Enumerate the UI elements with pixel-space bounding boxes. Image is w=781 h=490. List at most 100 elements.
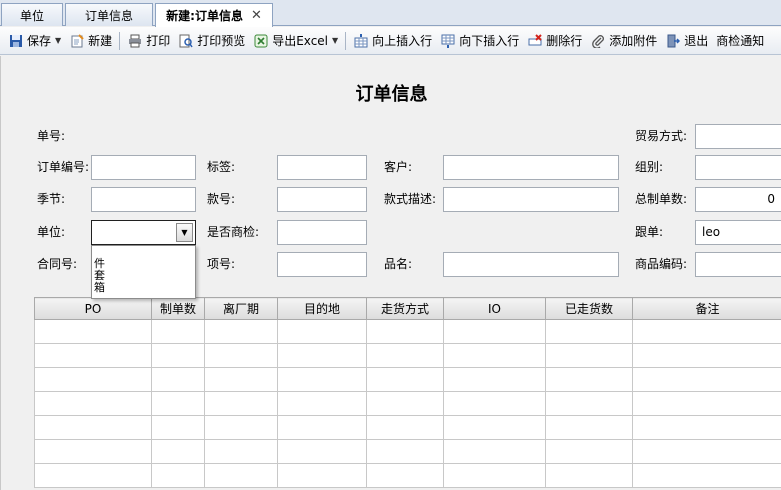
table-cell[interactable] [545,439,633,464]
column-header-shipped-qty[interactable]: 已走货数 [545,297,633,320]
chevron-down-icon[interactable]: ▼ [55,36,61,45]
close-icon[interactable]: ✕ [251,8,262,23]
order-detail-grid: PO 制单数 离厂期 目的地 走货方式 IO 已走货数 备注 [34,297,781,488]
table-cell[interactable] [204,439,278,464]
table-cell[interactable] [151,439,205,464]
table-cell[interactable] [151,415,205,440]
tab-order-info[interactable]: 订单信息 [65,3,153,26]
new-button[interactable]: 新建 [65,30,116,52]
table-cell[interactable] [443,391,546,416]
table-cell[interactable] [366,391,444,416]
product-name-field[interactable] [443,252,619,277]
table-cell[interactable] [545,463,633,488]
table-cell[interactable] [443,319,546,344]
table-cell[interactable] [632,343,781,368]
table-cell[interactable] [366,463,444,488]
table-cell[interactable] [545,343,633,368]
table-cell[interactable] [632,367,781,392]
table-cell[interactable] [632,415,781,440]
table-cell[interactable] [151,463,205,488]
table-cell[interactable] [34,367,152,392]
table-cell[interactable] [545,391,633,416]
save-button[interactable]: 保存 ▼ [4,30,65,52]
inspection-notice-button[interactable]: 商检通知 [712,30,768,52]
unit-option[interactable]: 箱 [94,281,105,294]
table-cell[interactable] [366,415,444,440]
table-cell[interactable] [443,415,546,440]
column-header-qty[interactable]: 制单数 [151,297,205,320]
table-cell[interactable] [366,439,444,464]
table-cell[interactable] [632,391,781,416]
table-cell[interactable] [34,415,152,440]
table-cell[interactable] [151,367,205,392]
table-cell[interactable] [632,463,781,488]
table-cell[interactable] [34,319,152,344]
table-cell[interactable] [632,439,781,464]
table-cell[interactable] [204,463,278,488]
table-cell[interactable] [366,343,444,368]
style-desc-field[interactable] [443,187,619,212]
table-cell[interactable] [204,343,278,368]
table-cell[interactable] [443,367,546,392]
product-code-field[interactable] [695,252,781,277]
follower-field[interactable]: leo [695,220,781,245]
tab-unit[interactable]: 单位 [1,3,63,26]
table-cell[interactable] [34,343,152,368]
table-cell[interactable] [277,415,367,440]
column-header-po[interactable]: PO [34,297,152,320]
table-cell[interactable] [34,463,152,488]
table-cell[interactable] [632,319,781,344]
customer-field[interactable] [443,155,619,180]
chevron-down-icon[interactable]: ▼ [332,36,338,45]
column-header-destination[interactable]: 目的地 [277,297,367,320]
season-field[interactable] [91,187,196,212]
table-cell[interactable] [545,415,633,440]
table-cell[interactable] [204,391,278,416]
unit-select[interactable]: ▼ [91,220,196,245]
table-cell[interactable] [151,391,205,416]
table-cell[interactable] [204,367,278,392]
table-cell[interactable] [366,367,444,392]
insert-below-button[interactable]: 向下插入行 [436,30,523,52]
order-code-field[interactable] [91,155,196,180]
table-cell[interactable] [277,319,367,344]
column-header-ship-method[interactable]: 走货方式 [366,297,444,320]
inspection-field[interactable] [277,220,367,245]
paperclip-icon [590,33,606,49]
table-cell[interactable] [151,319,205,344]
item-field[interactable] [277,252,367,277]
add-attachment-button[interactable]: 添加附件 [586,30,661,52]
table-cell[interactable] [443,343,546,368]
column-header-io[interactable]: IO [443,297,546,320]
table-cell[interactable] [277,391,367,416]
table-cell[interactable] [545,367,633,392]
delete-row-button[interactable]: 删除行 [523,30,586,52]
table-cell[interactable] [545,319,633,344]
chevron-down-icon[interactable]: ▼ [176,223,193,242]
table-cell[interactable] [443,439,546,464]
total-qty-field[interactable]: 0 [695,187,781,212]
table-cell[interactable] [204,319,278,344]
table-cell[interactable] [277,343,367,368]
print-preview-button[interactable]: 打印预览 [174,30,249,52]
column-header-remarks[interactable]: 备注 [632,297,781,320]
style-no-field[interactable] [277,187,367,212]
table-cell[interactable] [443,463,546,488]
table-cell[interactable] [366,319,444,344]
table-cell[interactable] [277,463,367,488]
insert-above-button[interactable]: 向上插入行 [349,30,436,52]
tab-new-order-info[interactable]: 新建:订单信息 ✕ [155,3,273,27]
table-cell[interactable] [34,391,152,416]
exit-button[interactable]: 退出 [661,30,712,52]
table-cell[interactable] [204,415,278,440]
group-field[interactable] [695,155,781,180]
table-cell[interactable] [277,439,367,464]
trade-method-field[interactable] [695,124,781,149]
column-header-ship-date[interactable]: 离厂期 [204,297,278,320]
export-excel-button[interactable]: 导出Excel ▼ [249,30,342,52]
print-button[interactable]: 打印 [123,30,174,52]
tag-field[interactable] [277,155,367,180]
table-cell[interactable] [151,343,205,368]
table-cell[interactable] [277,367,367,392]
table-cell[interactable] [34,439,152,464]
